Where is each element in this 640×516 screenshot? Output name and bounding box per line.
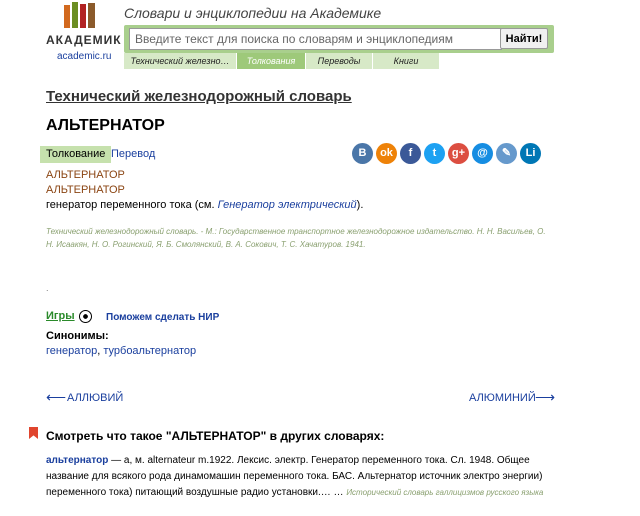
other-dictionaries-heading: Смотреть что такое "АЛЬТЕРНАТОР" в други… [46,429,385,443]
livejournal-icon[interactable]: ✎ [496,143,517,164]
games-link[interactable]: Игры [46,310,75,322]
other-dictionary-entry: альтернатор — а, м. alternateur m.1922. … [46,453,551,501]
synonym-link[interactable]: турбоальтернатор [103,345,196,357]
separator-dot: . [46,283,49,293]
definition-prefix: генератор переменного тока (см. [46,199,218,211]
definition-reference-link[interactable]: Генератор электрический [218,199,357,211]
search-button[interactable]: Найти! [500,28,548,49]
source-citation: Технический железнодорожный словарь. - М… [46,227,546,249]
facebook-icon[interactable]: f [400,143,421,164]
search-input[interactable] [129,28,502,50]
odnoklassniki-icon[interactable]: ok [376,143,397,164]
other-entry-link[interactable]: альтернатор [46,455,108,466]
entry-headword: АЛЬТЕРНАТОР [46,184,125,196]
vk-icon[interactable]: В [352,143,373,164]
tab-translation-link[interactable]: Перевод [111,148,155,160]
dictionary-title-link[interactable]: Технический железнодорожный словарь [46,88,352,105]
previous-word-link[interactable]: АЛЛЮВИЙ [67,392,123,404]
synonyms-list: генератор, турбоальтернатор [46,345,196,357]
next-word-link[interactable]: АЛЮМИНИЙ [469,392,536,404]
share-buttons: В ok f t g+ @ ✎ Li [352,143,541,164]
site-tagline: Словари и энциклопедии на Академике [124,5,382,21]
mail-icon[interactable]: @ [472,143,493,164]
synonyms-label: Синонимы: [46,330,109,342]
logo-wordmark[interactable]: АКАДЕМИК [46,33,122,47]
definition-suffix: ). [356,199,364,211]
help-research-link[interactable]: Поможем сделать НИР [106,312,219,323]
arrow-right-icon[interactable]: ⟶ [535,389,555,406]
tab-meaning[interactable]: Толкование [40,146,112,163]
logo-site-link[interactable]: academic.ru [57,51,111,62]
soccer-ball-icon [79,310,92,323]
bookmark-icon [29,427,38,439]
synonym-link[interactable]: генератор [46,345,97,357]
page-title: АЛЬТЕРНАТОР [46,117,165,134]
definition-text: генератор переменного тока (см. Генерато… [46,199,363,211]
tab-translations[interactable]: Переводы [306,53,373,69]
arrow-left-icon[interactable]: ⟵ [46,389,66,406]
twitter-icon[interactable]: t [424,143,445,164]
academic-logo-books-icon[interactable] [63,2,97,28]
tab-technical-dictionary[interactable]: Технический железно… [124,53,237,69]
tab-meanings[interactable]: Толкования [237,53,306,69]
linkedin-icon[interactable]: Li [520,143,541,164]
other-entry-source[interactable]: Исторический словарь галлицизмов русског… [346,488,543,497]
entry-headword: АЛЬТЕРНАТОР [46,169,125,181]
tab-books[interactable]: Книги [373,53,440,69]
google-plus-icon[interactable]: g+ [448,143,469,164]
search-scope-tabs: Технический железно… Толкования Переводы… [124,53,440,69]
